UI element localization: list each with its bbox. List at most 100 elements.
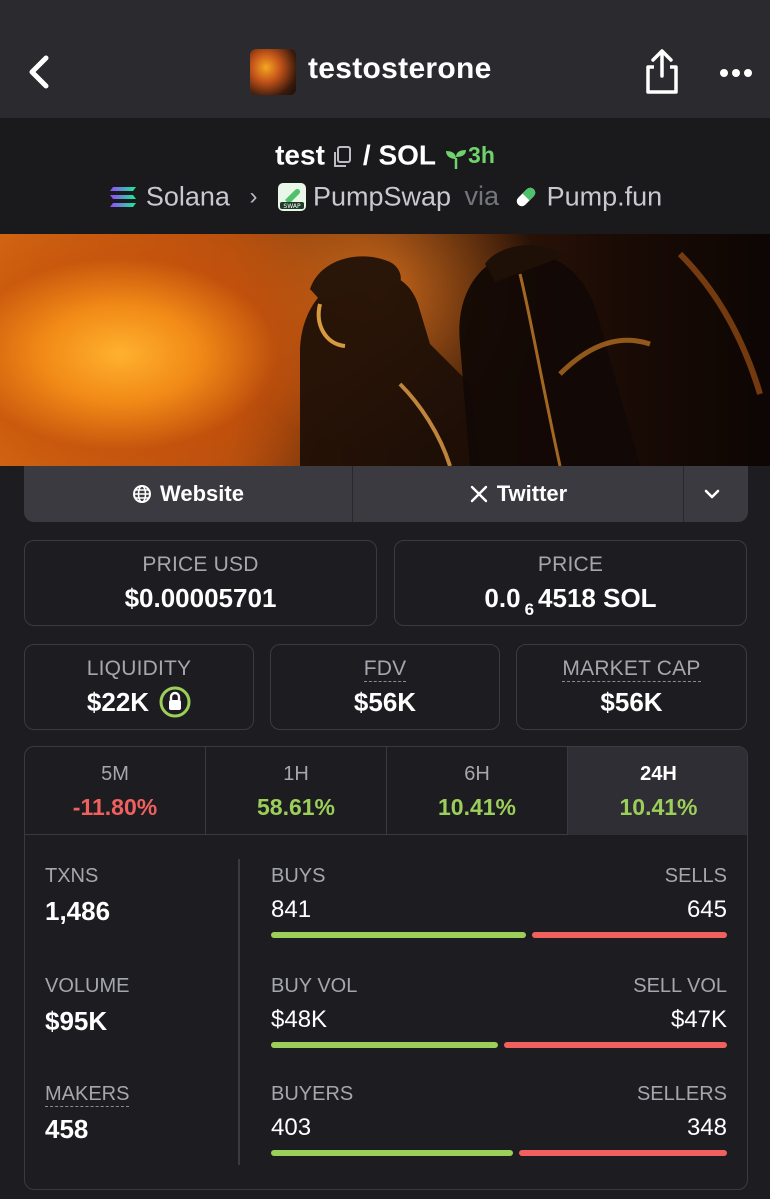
chain-name[interactable]: Solana (146, 181, 230, 211)
makers-value: 458 (45, 1114, 89, 1144)
liquidity-row: $22K (25, 686, 253, 718)
buy-vol-bar-fill (271, 1042, 499, 1048)
copy-icon[interactable] (331, 144, 353, 168)
buys-label: BUYS (271, 865, 326, 887)
expand-links-button[interactable] (684, 466, 748, 522)
price-usd-box: PRICE USD $0.00005701 (24, 540, 377, 626)
volume-value: $95K (45, 1006, 108, 1036)
tab-1h-label: 1H (283, 763, 309, 785)
globe-icon (133, 485, 152, 503)
sells-bar-fill (531, 932, 727, 938)
token-name: testosterone (308, 52, 492, 85)
sells-value: 645 (686, 896, 727, 923)
sellers-value: 348 (686, 1114, 727, 1141)
token-avatar (250, 49, 296, 95)
market-cap-label: MARKET CAP (562, 657, 701, 682)
buy-vol-value: $48K (271, 1006, 328, 1033)
pair-title: test / SOL 3h (0, 138, 770, 172)
tab-5m-change: -11.80% (72, 794, 158, 820)
token-banner-image (0, 234, 770, 466)
price-usd-value: $0.00005701 (124, 583, 277, 613)
fdv-value: $56K (353, 687, 417, 717)
txns-label: TXNS (45, 865, 99, 887)
liquidity-value: $22K (86, 687, 150, 717)
more-options-icon[interactable] (716, 58, 756, 88)
sells-label: SELLS (664, 865, 727, 887)
pair-header: test / SOL 3h Solana › SWAP PumpSwap via Pu… (0, 118, 770, 234)
buys-sells-bar (271, 932, 727, 938)
liquidity-box: LIQUIDITY $22K (24, 644, 254, 730)
buyers-value: 403 (271, 1114, 312, 1141)
fdv-box[interactable]: FDV $56K (270, 644, 500, 730)
sellers-label: SELLERS (636, 1083, 727, 1105)
txns-metric: TXNS 1,486 (45, 865, 110, 927)
buys-bar-fill (271, 932, 526, 938)
tab-24h[interactable]: 24H 10.41% (568, 747, 747, 835)
seedling-icon (444, 145, 468, 169)
market-cap-box[interactable]: MARKET CAP $56K (516, 644, 747, 730)
base-symbol: test (275, 139, 325, 171)
pumpfun-icon (513, 184, 539, 210)
sellers-bar-fill (518, 1150, 727, 1156)
market-cap-value: $56K (600, 687, 663, 717)
makers-metric[interactable]: MAKERS 458 (45, 1083, 130, 1145)
chevron-down-icon (704, 489, 720, 499)
makers-label-row: MAKERS (45, 1083, 130, 1107)
twitter-label: Twitter (496, 481, 568, 506)
quote-symbol: SOL (378, 139, 437, 171)
pair-age: 3h (468, 142, 495, 169)
share-icon[interactable] (640, 48, 684, 96)
tab-24h-change: 10.41% (619, 794, 698, 820)
back-icon[interactable] (22, 52, 56, 92)
timeframe-stats-panel: 5M -11.80% 1H 58.61% 6H 10.41% 24H 10.41… (24, 746, 748, 1190)
buy-vol-label: BUY VOL (271, 975, 358, 997)
x-logo-icon (470, 485, 487, 503)
volume-label: VOLUME (45, 975, 130, 997)
via-label: via (464, 181, 500, 212)
buyers-label: BUYERS (271, 1083, 354, 1105)
price-native-box: PRICE 0.0 6 4518 SOL (394, 540, 747, 626)
top-nav-bar: testosterone (0, 0, 770, 118)
buyers-bar-fill (271, 1150, 513, 1156)
social-links-row: Website Twitter (24, 466, 748, 522)
tab-6h[interactable]: 6H 10.41% (387, 747, 568, 835)
buys-value: 841 (271, 896, 312, 923)
solana-icon (108, 185, 138, 209)
price-usd-label: PRICE USD (142, 553, 259, 576)
tab-1h[interactable]: 1H 58.61% (206, 747, 387, 835)
buyers-sellers-block: BUYERS SELLERS 403 348 (271, 1083, 727, 1156)
txns-value: 1,486 (45, 896, 111, 926)
timeframe-tabs: 5M -11.80% 1H 58.61% 6H 10.41% 24H 10.41… (25, 747, 747, 835)
fdv-label-row: FDV (271, 657, 499, 682)
buys-sells-block: BUYS SELLS 841 645 (271, 865, 727, 938)
tab-5m[interactable]: 5M -11.80% (25, 747, 206, 835)
buyers-sellers-bar (271, 1150, 727, 1156)
chevron-right-icon: › (249, 182, 258, 210)
lock-icon[interactable] (159, 686, 191, 718)
pumpswap-icon: SWAP (277, 182, 307, 212)
tab-1h-change: 58.61% (256, 794, 335, 820)
tab-6h-change: 10.41% (437, 794, 516, 820)
volume-split-bar (271, 1042, 727, 1048)
website-label: Website (160, 481, 244, 506)
route-breadcrumb: Solana › SWAP PumpSwap via Pump.fun (0, 180, 770, 212)
price-suffix: 4518 SOL (538, 583, 657, 613)
dex-name[interactable]: PumpSwap (313, 181, 451, 211)
tab-5m-label: 5M (101, 763, 129, 785)
twitter-button[interactable]: Twitter (353, 466, 684, 522)
launchpad-name[interactable]: Pump.fun (547, 181, 663, 211)
sell-vol-bar-fill (504, 1042, 727, 1048)
svg-text:SWAP: SWAP (283, 203, 301, 210)
makers-label: MAKERS (45, 1083, 130, 1107)
fdv-label: FDV (363, 657, 407, 682)
price-prefix: 0.0 (484, 583, 521, 613)
pair-separator: / (362, 139, 371, 171)
sell-vol-value: $47K (670, 1006, 727, 1033)
tab-24h-label: 24H (640, 763, 677, 785)
price-zero-count: 6 (524, 600, 535, 619)
market-cap-label-row: MARKET CAP (517, 657, 746, 682)
price-native-value: 0.0 6 4518 SOL (395, 583, 746, 620)
sell-vol-label: SELL VOL (633, 975, 727, 997)
volume-split-block: BUY VOL SELL VOL $48K $47K (271, 975, 727, 1048)
website-button[interactable]: Website (24, 466, 353, 522)
